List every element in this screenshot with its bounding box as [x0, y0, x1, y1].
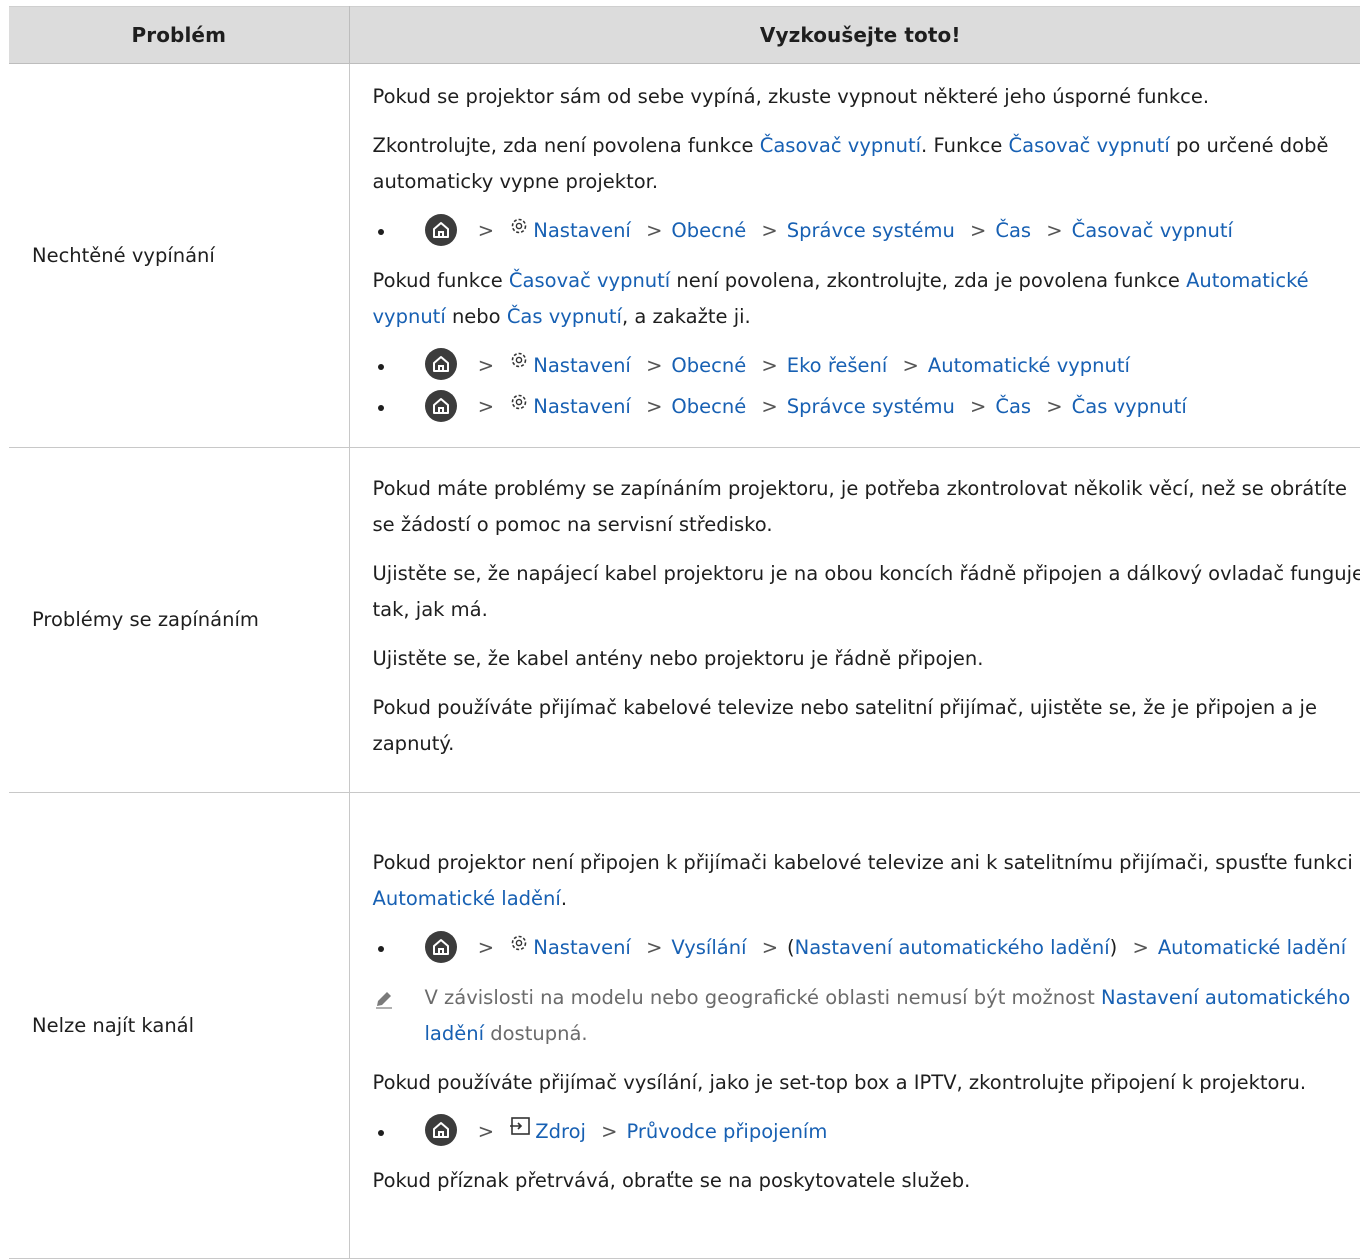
table-row: Problémy se zapínáním Pokud máte problém… [9, 447, 1360, 792]
chevron-right-icon: > [903, 348, 919, 384]
troubleshooting-table: Problém Vyzkoušejte toto! Nechtěné vypín… [9, 6, 1360, 1259]
menu-item-system-manager[interactable]: Správce systému [787, 395, 955, 418]
chevron-right-icon: > [646, 213, 662, 249]
menu-item-broadcasting[interactable]: Vysílání [671, 936, 746, 959]
gear-icon [509, 346, 529, 382]
menu-item-source[interactable]: Zdroj [535, 1120, 586, 1143]
link-sleep-timer[interactable]: Časovač vypnutí [1009, 134, 1170, 157]
home-icon[interactable] [425, 348, 457, 380]
chevron-right-icon: > [761, 389, 777, 425]
menu-item-connection-guide[interactable]: Průvodce připojením [626, 1120, 827, 1143]
chevron-right-icon: > [478, 930, 494, 966]
menu-path: > Nastavení > Obecné > Správce systému > Ča… [373, 213, 1360, 250]
paragraph: Ujistěte se, že napájecí kabel projektor… [373, 556, 1360, 628]
chevron-right-icon: > [1132, 930, 1148, 966]
menu-item-time[interactable]: Čas [995, 219, 1031, 242]
chevron-right-icon: > [970, 213, 986, 249]
paragraph: Zkontrolujte, zda není povolena funkce Č… [373, 128, 1360, 200]
paragraph: Pokud používáte přijímač vysílání, jako … [373, 1065, 1360, 1101]
menu-item-settings[interactable]: Nastavení [533, 354, 631, 377]
header-solution: Vyzkoušejte toto! [349, 7, 1360, 64]
home-icon[interactable] [425, 390, 457, 422]
table-row: Nelze najít kanál Pokud projektor není p… [9, 792, 1360, 1258]
solution-cell: Pokud máte problémy se zapínáním projekt… [349, 447, 1360, 792]
paragraph: Pokud používáte přijímač kabelové televi… [373, 690, 1360, 762]
home-icon[interactable] [425, 214, 457, 246]
home-icon[interactable] [425, 1114, 457, 1146]
menu-path: > Nastavení > Obecné > Správce systému > Ča… [373, 389, 1360, 426]
chevron-right-icon: > [761, 348, 777, 384]
menu-item-eco-solution[interactable]: Eko řešení [787, 354, 888, 377]
table-header-row: Problém Vyzkoušejte toto! [9, 7, 1360, 64]
pencil-icon [373, 986, 395, 1022]
menu-item-off-timer[interactable]: Čas vypnutí [1072, 395, 1187, 418]
paragraph: Pokud příznak přetrvává, obraťte se na p… [373, 1163, 1360, 1199]
chevron-right-icon: > [478, 348, 494, 384]
chevron-right-icon: > [478, 389, 494, 425]
paragraph: Pokud funkce Časovač vypnutí není povole… [373, 263, 1360, 335]
chevron-right-icon: > [970, 389, 986, 425]
paragraph: Pokud máte problémy se zapínáním projekt… [373, 471, 1360, 543]
menu-item-system-manager[interactable]: Správce systému [787, 219, 955, 242]
chevron-right-icon: > [761, 213, 777, 249]
menu-item-auto-tuning-settings[interactable]: Nastavení automatického ladění [795, 936, 1110, 959]
chevron-right-icon: > [646, 930, 662, 966]
chevron-right-icon: > [601, 1114, 617, 1150]
paragraph: Pokud se projektor sám od sebe vypíná, z… [373, 79, 1360, 115]
menu-item-settings[interactable]: Nastavení [533, 219, 631, 242]
source-icon [509, 1112, 531, 1148]
paragraph: Ujistěte se, že kabel antény nebo projek… [373, 641, 1360, 677]
link-sleep-timer[interactable]: Časovač vypnutí [509, 269, 670, 292]
home-icon[interactable] [425, 931, 457, 963]
menu-path: > Nastavení >Vysílání >(Nastavení automa… [373, 930, 1360, 967]
paragraph: Pokud projektor není připojen k přijímač… [373, 845, 1360, 917]
menu-item-time[interactable]: Čas [995, 395, 1031, 418]
menu-item-settings[interactable]: Nastavení [533, 395, 631, 418]
link-sleep-timer[interactable]: Časovač vypnutí [760, 134, 921, 157]
chevron-right-icon: > [478, 1114, 494, 1150]
menu-path: > Zdroj > Průvodce připojením [373, 1114, 1360, 1151]
link-auto-tuning[interactable]: Automatické ladění [373, 887, 561, 910]
menu-path: > Nastavení > Obecné > Eko řešení > Automat… [373, 348, 1360, 385]
problem-cell: Problémy se zapínáním [9, 447, 349, 792]
gear-icon [509, 388, 529, 424]
note: V závislosti na modelu nebo geografické … [373, 980, 1360, 1052]
table-row: Nechtěné vypínání Pokud se projektor sám… [9, 64, 1360, 448]
chevron-right-icon: > [1046, 389, 1062, 425]
menu-item-sleep-timer[interactable]: Časovač vypnutí [1072, 219, 1233, 242]
header-problem: Problém [9, 7, 349, 64]
gear-icon [509, 929, 529, 965]
problem-cell: Nechtěné vypínání [9, 64, 349, 448]
chevron-right-icon: > [646, 348, 662, 384]
menu-item-settings[interactable]: Nastavení [533, 936, 631, 959]
chevron-right-icon: > [762, 930, 778, 966]
solution-cell: Pokud projektor není připojen k přijímač… [349, 792, 1360, 1258]
chevron-right-icon: > [1046, 213, 1062, 249]
chevron-right-icon: > [478, 213, 494, 249]
gear-icon [509, 212, 529, 248]
chevron-right-icon: > [646, 389, 662, 425]
problem-cell: Nelze najít kanál [9, 792, 349, 1258]
link-off-timer[interactable]: Čas vypnutí [507, 305, 622, 328]
menu-item-general[interactable]: Obecné [671, 395, 746, 418]
solution-cell: Pokud se projektor sám od sebe vypíná, z… [349, 64, 1360, 448]
menu-item-general[interactable]: Obecné [671, 354, 746, 377]
menu-item-auto-power-off[interactable]: Automatické vypnutí [928, 354, 1130, 377]
menu-item-general[interactable]: Obecné [671, 219, 746, 242]
menu-item-auto-tuning[interactable]: Automatické ladění [1158, 936, 1346, 959]
